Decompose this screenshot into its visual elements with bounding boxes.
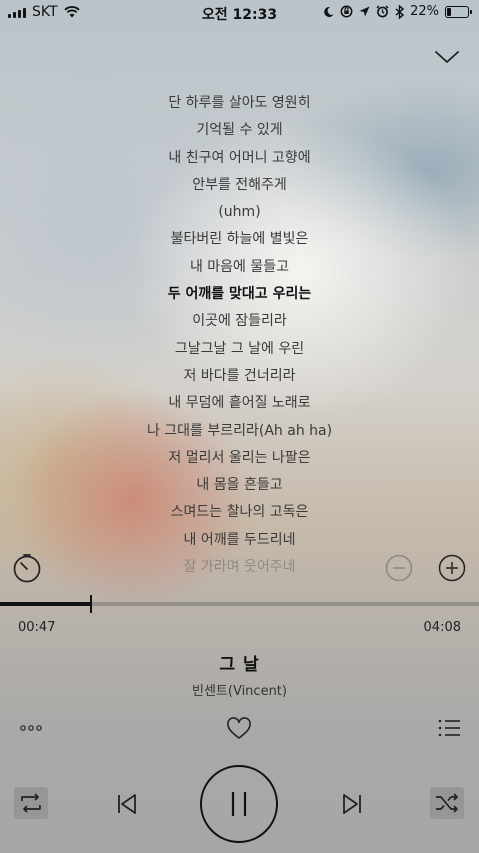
moon-icon (323, 6, 334, 18)
playlist-button[interactable] (436, 716, 462, 740)
alarm-icon (376, 5, 389, 18)
progress-fill (0, 602, 91, 606)
progress-bar[interactable] (0, 595, 479, 613)
lyric-line[interactable]: 기억될 수 있게 (0, 117, 479, 144)
shuffle-icon (436, 793, 458, 813)
song-title: 그 날 (219, 655, 260, 675)
rotation-lock-icon (340, 5, 353, 18)
lyrics-font-decrease-button[interactable] (385, 554, 413, 582)
lyric-line[interactable]: 내 무덤에 흩어질 노래로 (0, 390, 479, 417)
lyric-line[interactable]: 내 마음에 물들고 (0, 254, 479, 281)
lyric-line[interactable]: 단 하루를 살아도 영원히 (0, 90, 479, 117)
status-bar: SKT 오전 12:33 22% (0, 0, 479, 26)
next-track-button[interactable] (337, 790, 367, 818)
lyric-line[interactable]: 그날그날 그 날에 우린 (0, 336, 479, 363)
lyrics-view[interactable]: 단 하루를 살아도 영원히 기억될 수 있게 내 친구여 어머니 고향에 안부를 전해… (0, 90, 479, 586)
more-dots-icon (20, 725, 42, 731)
bluetooth-icon (395, 4, 405, 19)
play-pause-button[interactable] (200, 765, 278, 843)
more-options-button[interactable] (18, 718, 44, 738)
lyric-line[interactable]: 내 몸을 흔들고 (0, 472, 479, 499)
lyric-line[interactable]: 불타버린 하늘에 별빛은 (0, 226, 479, 253)
chevron-down-icon (435, 51, 459, 63)
shuffle-button[interactable] (430, 787, 464, 819)
lyric-line-current[interactable]: 두 어깨를 맞대고 우리는 (0, 281, 479, 308)
total-duration: 04:08 (423, 620, 461, 635)
previous-track-button[interactable] (112, 790, 142, 818)
minus-circle-icon (385, 554, 413, 582)
lyric-line[interactable]: 나 그대를 부르리라(Ah ah ha) (0, 418, 479, 445)
lyric-line[interactable]: 저 바다를 건너리라 (0, 363, 479, 390)
list-icon (438, 719, 460, 737)
battery-percent: 22% (410, 4, 439, 19)
pause-icon (231, 792, 247, 816)
battery-icon (445, 5, 472, 18)
heart-icon (227, 717, 251, 739)
lyric-line[interactable]: 내 어깨를 두드리네 (0, 527, 479, 554)
collapse-button[interactable] (433, 46, 461, 68)
like-button[interactable] (226, 717, 252, 741)
song-artist[interactable]: 빈센트(Vincent) (0, 680, 479, 699)
battery-level (447, 7, 451, 16)
repeat-button[interactable] (14, 787, 48, 819)
timer-icon (13, 554, 41, 583)
elapsed-time: 00:47 (18, 620, 56, 635)
skip-previous-icon (118, 794, 136, 814)
location-icon (359, 6, 370, 17)
lyric-line[interactable]: 내 친구여 어머니 고향에 (0, 145, 479, 172)
lyric-line[interactable]: 이곳에 잠들리라 (0, 308, 479, 335)
sleep-timer-button[interactable] (12, 553, 42, 583)
progress-thumb[interactable] (90, 595, 92, 613)
plus-circle-icon (438, 554, 466, 582)
lyric-line[interactable]: (uhm) (0, 199, 479, 226)
lyrics-font-increase-button[interactable] (438, 554, 466, 582)
lyric-line[interactable]: 안부를 전해주게 (0, 172, 479, 199)
status-bar-right: 22% (323, 4, 472, 19)
skip-next-icon (343, 794, 361, 814)
repeat-icon (21, 793, 41, 813)
lyric-line[interactable]: 스며드는 찰나의 고독은 (0, 499, 479, 526)
lyric-line[interactable]: 저 멀리서 울리는 나팔은 (0, 445, 479, 472)
